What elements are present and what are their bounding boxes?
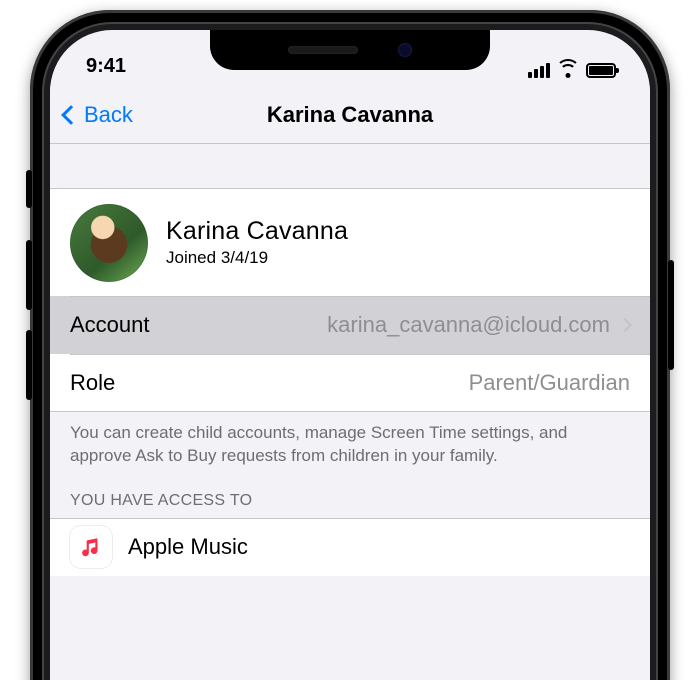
access-section-header: You Have Access To [50, 492, 650, 518]
role-footer-text: You can create child accounts, manage Sc… [50, 412, 650, 492]
profile-header-row: Karina Cavanna Joined 3/4/19 [50, 188, 650, 296]
wifi-icon [557, 62, 579, 78]
profile-name: Karina Cavanna [166, 217, 348, 246]
account-row[interactable]: Account karina_cavanna@icloud.com [50, 296, 650, 354]
avatar [70, 204, 148, 282]
back-button[interactable]: Back [50, 102, 133, 128]
profile-joined: Joined 3/4/19 [166, 248, 348, 268]
role-label: Role [70, 370, 115, 396]
nav-bar: Back Karina Cavanna [50, 86, 650, 144]
access-item-apple-music[interactable]: Apple Music [50, 518, 650, 576]
chevron-right-icon [618, 318, 632, 332]
role-value: Parent/Guardian [469, 370, 630, 396]
battery-icon [586, 63, 616, 78]
access-item-label: Apple Music [128, 534, 248, 560]
account-label: Account [70, 312, 150, 338]
cellular-icon [528, 63, 550, 78]
back-label: Back [84, 102, 133, 128]
status-time: 9:41 [86, 55, 126, 78]
account-value: karina_cavanna@icloud.com [327, 312, 610, 338]
role-row[interactable]: Role Parent/Guardian [50, 354, 650, 412]
notch [210, 30, 490, 70]
chevron-left-icon [61, 105, 81, 125]
apple-music-icon [70, 526, 112, 568]
page-title: Karina Cavanna [50, 102, 650, 128]
